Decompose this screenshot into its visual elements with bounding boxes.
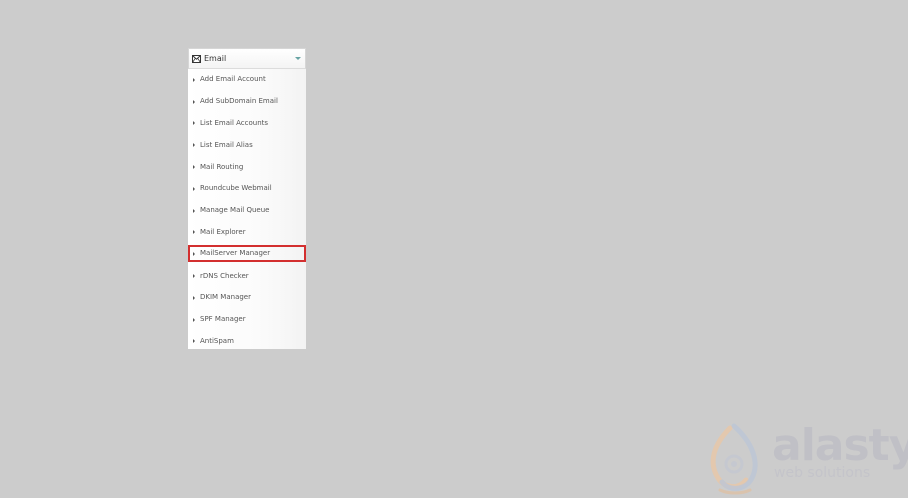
menu-item-roundcube-webmail[interactable]: Roundcube Webmail [188,178,306,200]
bullet-arrow-icon [193,317,195,322]
caret-down-icon[interactable] [295,57,301,60]
menu-item-add-subdomain-email[interactable]: Add SubDomain Email [188,91,306,113]
brand-name: alastyr [772,420,908,471]
alastyr-watermark-logo: alastyr web solutions [700,420,908,495]
email-menu-panel: Email Add Email Account Add SubDomain Em… [188,48,306,349]
menu-item-dkim-manager[interactable]: DKIM Manager [188,287,306,309]
bullet-arrow-icon [193,99,195,104]
menu-item-rdns-checker[interactable]: rDNS Checker [188,265,306,287]
menu-item-label: SPF Manager [200,315,246,324]
menu-item-label: Mail Explorer [200,227,246,236]
menu-item-list-email-alias[interactable]: List Email Alias [188,134,306,156]
menu-item-label: rDNS Checker [200,271,249,280]
menu-item-label: AntiSpam [200,336,234,345]
menu-item-label: Mail Routing [200,162,244,171]
alastyr-logo-mark-icon [710,423,758,495]
menu-item-add-email-account[interactable]: Add Email Account [188,69,306,91]
bullet-arrow-icon [193,208,195,213]
mail-icon [192,54,201,63]
bullet-arrow-icon [193,251,195,256]
menu-item-mailserver-manager[interactable]: MailServer Manager [188,245,306,263]
menu-item-antispam[interactable]: AntiSpam [188,331,306,353]
email-menu-list: Add Email Account Add SubDomain Email Li… [188,69,306,352]
menu-item-label: List Email Accounts [200,118,269,127]
bullet-arrow-icon [193,230,195,235]
menu-item-label: List Email Alias [200,140,253,149]
bullet-arrow-icon [193,295,195,300]
bullet-arrow-icon [193,274,195,279]
bullet-arrow-icon [193,121,195,126]
bullet-arrow-icon [193,165,195,170]
menu-item-label: MailServer Manager [200,249,271,258]
email-menu-header[interactable]: Email [188,48,306,69]
menu-item-mail-explorer[interactable]: Mail Explorer [188,222,306,244]
email-menu-title: Email [204,53,227,63]
menu-item-label: DKIM Manager [200,293,251,302]
bullet-arrow-icon [193,339,195,344]
brand-tagline: web solutions [774,465,871,481]
menu-item-label: Manage Mail Queue [200,206,270,215]
menu-item-spf-manager[interactable]: SPF Manager [188,309,306,331]
menu-item-mail-routing[interactable]: Mail Routing [188,156,306,178]
menu-item-label: Add Email Account [200,75,266,84]
bullet-arrow-icon [193,186,195,191]
menu-item-manage-mail-queue[interactable]: Manage Mail Queue [188,200,306,222]
menu-item-label: Add SubDomain Email [200,97,278,106]
menu-item-label: Roundcube Webmail [200,184,272,193]
menu-item-list-email-accounts[interactable]: List Email Accounts [188,113,306,135]
bullet-arrow-icon [193,143,195,148]
bullet-arrow-icon [193,77,195,82]
